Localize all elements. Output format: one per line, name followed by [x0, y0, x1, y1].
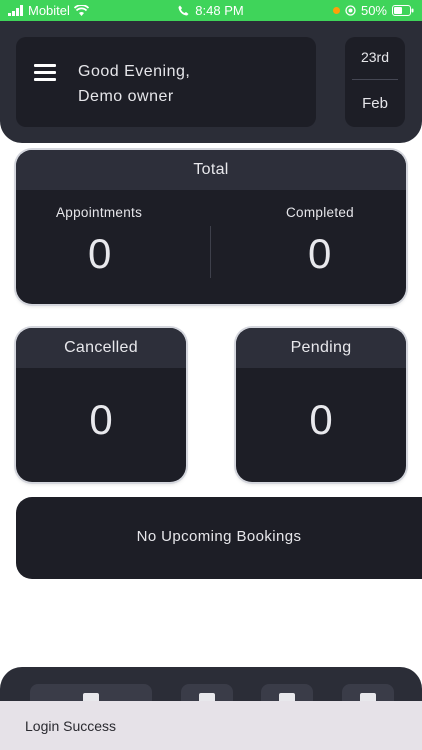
greeting-card: Good Evening, Demo owner: [16, 37, 316, 127]
cancelled-card[interactable]: Cancelled 0: [16, 328, 186, 482]
status-time: 8:48 PM: [195, 3, 244, 18]
date-month: Feb: [362, 95, 388, 112]
app-header: Good Evening, Demo owner 23rd Feb: [0, 21, 422, 143]
total-card[interactable]: Total Appointments 0 Completed 0: [16, 150, 406, 304]
upcoming-bookings-card: No Upcoming Bookings: [16, 497, 422, 579]
pending-value: 0: [309, 396, 333, 443]
appointments-value: 0: [88, 230, 112, 277]
cancelled-card-title: Cancelled: [16, 328, 186, 368]
app-screen: Mobitel 8:48 PM 50% Good Evening, Demo o…: [0, 0, 422, 750]
user-name: Demo owner: [78, 88, 174, 105]
status-right: 50%: [332, 3, 414, 18]
pending-card-title: Pending: [236, 328, 406, 368]
recording-indicator-icon: [332, 7, 340, 14]
cancelled-value: 0: [89, 396, 113, 443]
stat-divider: [210, 226, 211, 278]
greeting-text: Good Evening,: [78, 63, 191, 80]
total-card-title: Total: [16, 150, 406, 190]
battery-percent: 50%: [360, 3, 387, 18]
date-divider: [352, 79, 398, 80]
completed-label: Completed: [286, 205, 354, 220]
snackbar: Login Success: [0, 701, 422, 750]
date-day: 23rd: [360, 49, 390, 65]
phone-icon: [178, 5, 189, 16]
battery-icon: [392, 5, 414, 16]
completed-value: 0: [308, 230, 332, 277]
no-bookings-message: No Upcoming Bookings: [136, 528, 302, 545]
date-card: 23rd Feb: [345, 37, 405, 127]
appointments-label: Appointments: [56, 205, 143, 220]
location-icon: [345, 5, 356, 16]
hamburger-menu-icon[interactable]: [34, 64, 56, 82]
snackbar-message: Login Success: [25, 718, 117, 734]
status-bar: Mobitel 8:48 PM 50%: [0, 0, 422, 21]
pending-card[interactable]: Pending 0: [236, 328, 406, 482]
